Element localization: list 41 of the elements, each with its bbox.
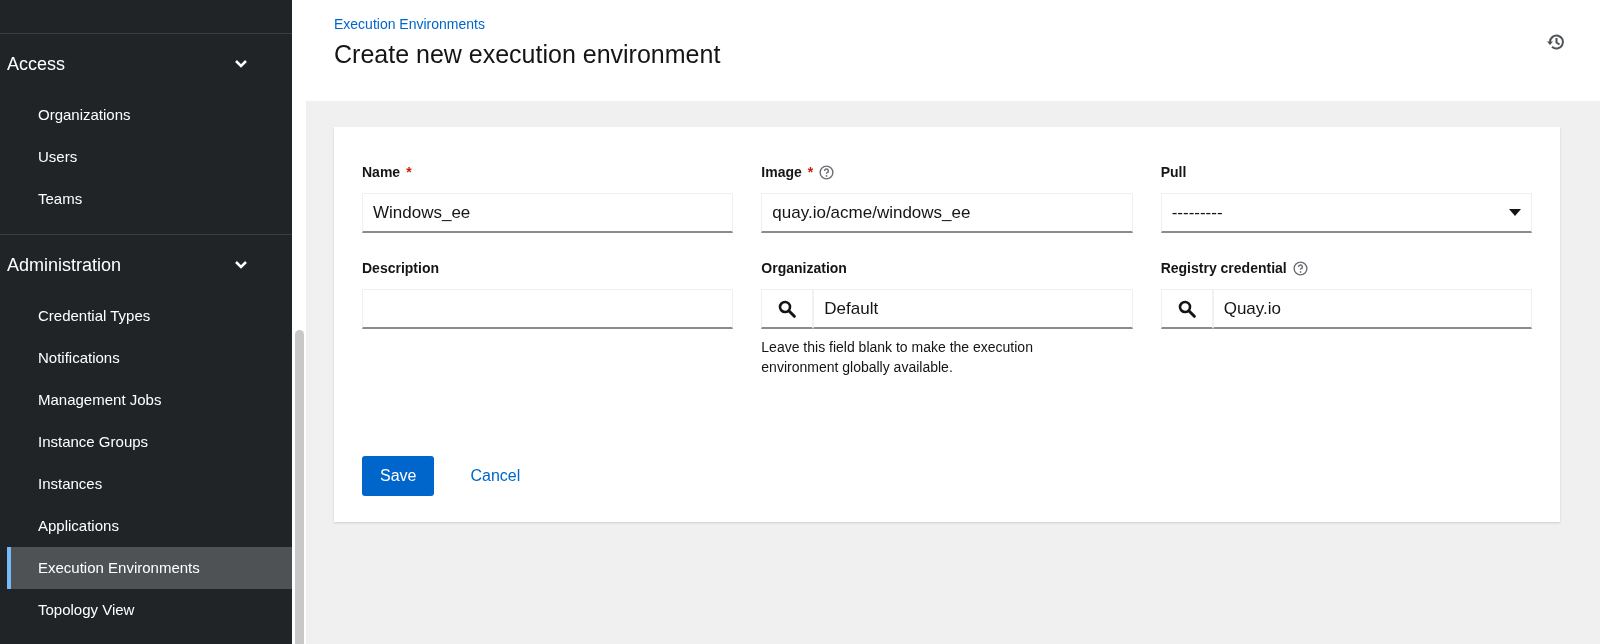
caret-icon: [1509, 208, 1521, 217]
field-label: Image: [761, 164, 802, 180]
nav-item[interactable]: Instances: [7, 463, 292, 505]
field-label: Registry credential: [1160, 260, 1287, 276]
field-label: Name: [362, 164, 401, 180]
text-field[interactable]: [362, 289, 734, 329]
required-mark: *: [406, 164, 412, 180]
helper-text: Leave this field blank to make the execution environment globally available.: [761, 338, 1034, 378]
scrollbar[interactable]: [294, 330, 304, 644]
nav-item[interactable]: Management Jobs: [7, 379, 292, 421]
help-icon[interactable]: [1292, 260, 1308, 276]
nav-item[interactable]: Execution Environments: [7, 547, 292, 589]
nav-item[interactable]: Topology View: [7, 589, 292, 631]
nav-item[interactable]: Instance Groups: [7, 421, 292, 463]
lookup-field[interactable]: Default: [813, 289, 1133, 329]
nav-item[interactable]: Credential Types: [7, 295, 292, 337]
field-label: Description: [362, 260, 439, 276]
nav-group-title[interactable]: Administration: [7, 254, 122, 276]
lookup-field[interactable]: Quay.io: [1212, 289, 1532, 329]
cancel-button[interactable]: Cancel: [452, 455, 539, 496]
nav-item[interactable]: Users: [7, 136, 292, 178]
required-mark: *: [807, 164, 814, 180]
nav-group-title[interactable]: Access: [7, 53, 66, 75]
search-icon: [778, 299, 797, 318]
search-button[interactable]: [761, 289, 814, 329]
save-button[interactable]: Save: [362, 455, 435, 496]
nav-item[interactable]: Notifications: [7, 337, 292, 379]
field-label: Pull: [1160, 164, 1187, 180]
help-icon[interactable]: [819, 164, 835, 180]
field-label: Organization: [761, 260, 847, 276]
pull-select[interactable]: ---------: [1160, 193, 1532, 233]
text-field[interactable]: quay.io/acme/windows_ee: [761, 193, 1133, 233]
history-icon[interactable]: [1546, 32, 1566, 52]
nav-item[interactable]: Applications: [7, 505, 292, 547]
breadcrumb-link[interactable]: Execution Environments: [334, 16, 721, 32]
page-title: Create new execution environment: [334, 40, 721, 69]
text-field[interactable]: Windows_ee: [362, 193, 734, 233]
search-button[interactable]: [1160, 289, 1213, 329]
nav-item[interactable]: Organizations: [7, 94, 292, 136]
nav-item[interactable]: Teams: [7, 178, 292, 220]
search-icon: [1177, 299, 1196, 318]
